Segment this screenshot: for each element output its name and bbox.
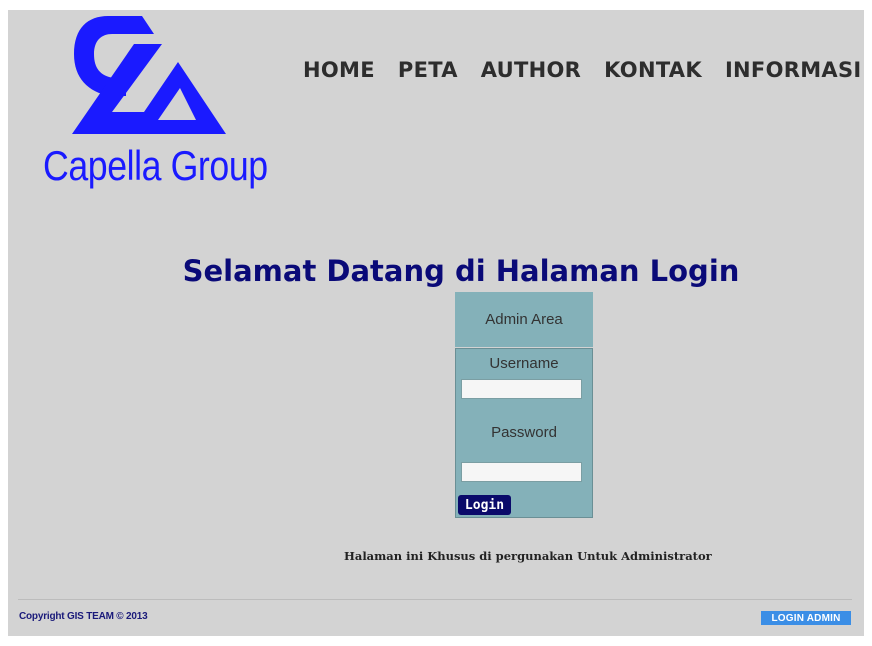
username-input[interactable] (461, 379, 582, 399)
admin-note: Halaman ini Khusus di pergunakan Untuk A… (344, 549, 712, 563)
password-label: Password (491, 424, 557, 441)
login-button[interactable]: Login (458, 495, 511, 515)
login-admin-button[interactable]: LOGIN ADMIN (761, 611, 851, 625)
page: Capella Group HOME PETA AUTHOR KONTAK IN… (8, 10, 864, 636)
nav-item-informasi[interactable]: INFORMASI (725, 58, 862, 82)
copyright-text: Copyright GIS TEAM © 2013 (19, 611, 148, 622)
nav-item-kontak[interactable]: KONTAK (604, 58, 702, 82)
cm-monogram-icon (72, 16, 226, 134)
main-nav: HOME PETA AUTHOR KONTAK INFORMASI (303, 58, 861, 82)
password-input[interactable] (461, 462, 582, 482)
nav-item-home[interactable]: HOME (303, 58, 375, 82)
username-label: Username (489, 355, 559, 372)
page-title: Selamat Datang di Halaman Login (182, 254, 740, 288)
footer-divider (18, 599, 852, 600)
admin-area-header: Admin Area (455, 292, 593, 347)
nav-item-peta[interactable]: PETA (398, 58, 458, 82)
capella-group-logo[interactable]: Capella Group (38, 16, 268, 196)
nav-item-author[interactable]: AUTHOR (481, 58, 581, 82)
logo-text: Capella Group (43, 142, 268, 189)
login-form: Username Password Login (455, 348, 593, 518)
